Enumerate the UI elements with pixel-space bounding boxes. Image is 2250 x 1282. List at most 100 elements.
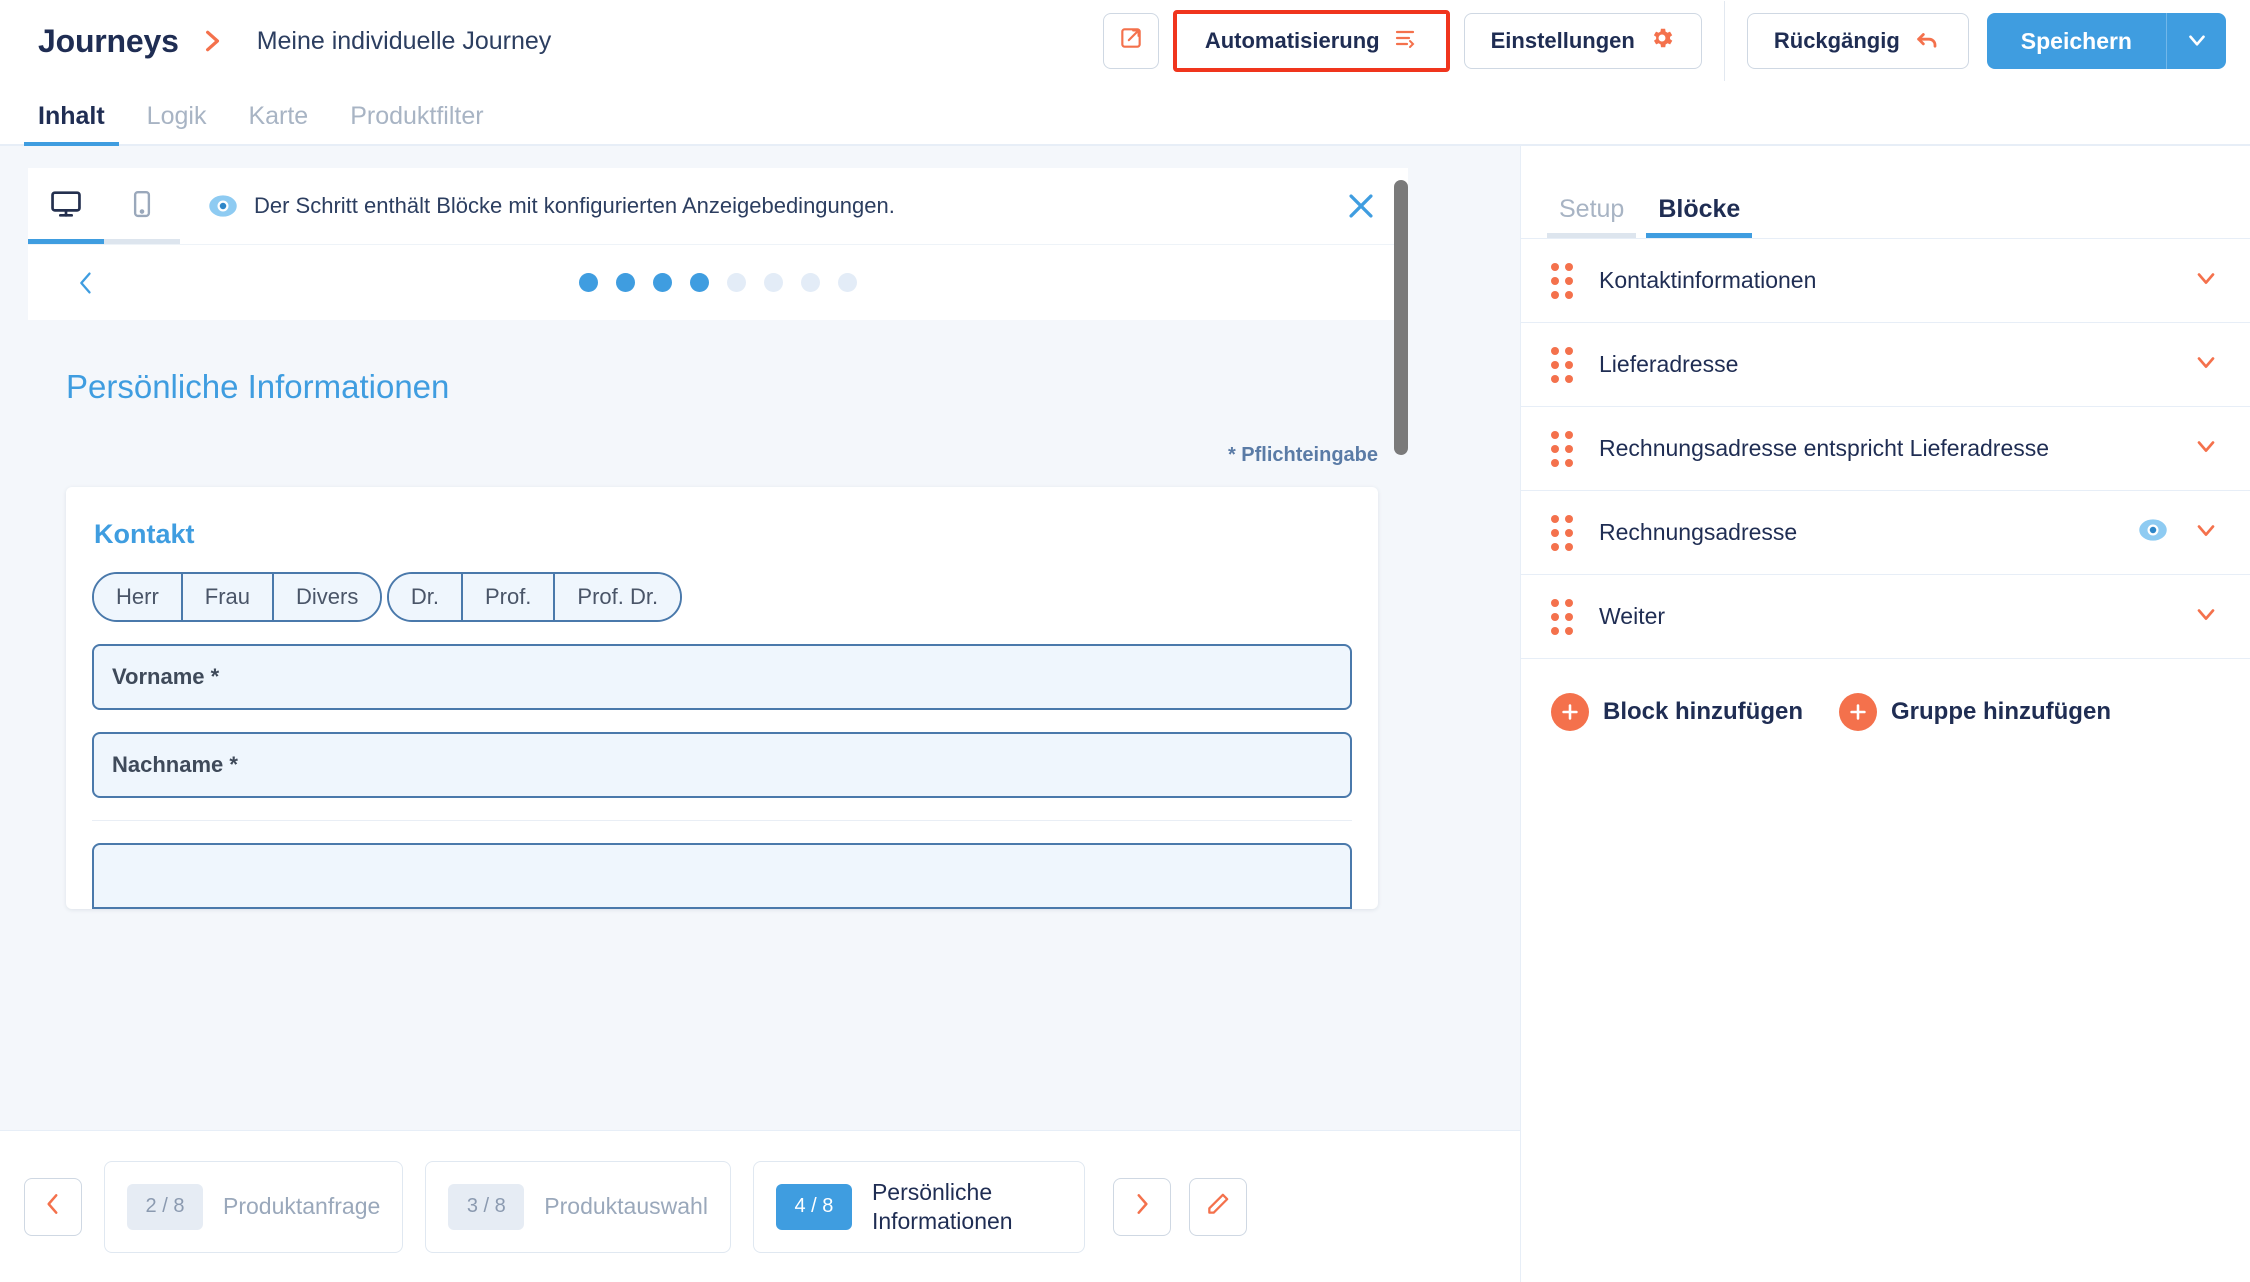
step-label: Produktanfrage [223, 1193, 381, 1219]
block-list: Kontaktinformationen Lieferadresse Rechn… [1521, 238, 2250, 659]
step-label: Produktauswahl [544, 1193, 708, 1219]
eye-icon [208, 191, 238, 221]
step-dot[interactable] [653, 273, 672, 292]
page-title: Meine individuelle Journey [256, 26, 552, 55]
automation-button[interactable]: Automatisierung [1178, 16, 1444, 66]
panel-add-actions: Block hinzufügen Gruppe hinzufügen [1521, 659, 2250, 731]
step-dot[interactable] [764, 273, 783, 292]
settings-button-label: Einstellungen [1490, 28, 1635, 53]
title-option-prof[interactable]: Prof. [462, 574, 556, 620]
step-badge: 3 / 8 [448, 1183, 525, 1230]
panel-tab-setup[interactable]: Setup [1546, 195, 1637, 238]
automation-highlight-box: Automatisierung [1172, 10, 1450, 72]
next-step-button[interactable] [1112, 1177, 1171, 1236]
save-dropdown-button[interactable] [2166, 13, 2226, 69]
required-note: * Pflichteingabe [1227, 444, 1378, 466]
chevron-down-icon[interactable] [2192, 432, 2220, 465]
tab-logik[interactable]: Logik [147, 102, 207, 144]
breadcrumb-journeys-link[interactable]: Journeys [38, 23, 179, 60]
chevron-right-icon [1129, 1191, 1155, 1222]
preview-notice-text: Der Schritt enthält Blöcke mit konfiguri… [254, 193, 895, 218]
block-row-actions [2138, 515, 2220, 550]
preview-button[interactable] [1102, 13, 1159, 69]
step-card-persoenliche-informationen[interactable]: 4 / 8 Persönliche Informationen [752, 1160, 1085, 1253]
breadcrumb: Journeys Meine individuelle Journey [38, 23, 551, 60]
step-dot[interactable] [690, 273, 709, 292]
preview-canvas: Der Schritt enthält Blöcke mit konfiguri… [28, 168, 1520, 1130]
chevron-down-icon[interactable] [2192, 600, 2220, 633]
block-row-rechnungsadresse-entspricht-lieferadresse[interactable]: Rechnungsadresse entspricht Lieferadress… [1521, 407, 2250, 491]
title-option-dr[interactable]: Dr. [388, 574, 463, 620]
chevron-left-icon [40, 1191, 66, 1222]
block-label: Rechnungsadresse [1599, 519, 1798, 545]
block-label: Weiter [1599, 603, 1666, 629]
device-toggle-desktop[interactable] [28, 168, 104, 244]
preview-step-indicator [28, 244, 1408, 320]
drag-handle-icon[interactable] [1551, 514, 1573, 551]
edit-step-button[interactable] [1188, 1177, 1247, 1236]
add-block-button[interactable]: Block hinzufügen [1551, 693, 1803, 731]
chevron-down-icon[interactable] [2192, 264, 2220, 297]
chevron-down-icon[interactable] [2192, 516, 2220, 549]
tab-inhalt[interactable]: Inhalt [24, 102, 119, 146]
preview-scrollbar-thumb[interactable] [1394, 180, 1408, 455]
automation-button-label: Automatisierung [1204, 28, 1380, 53]
panel-tab-bloecke[interactable]: Blöcke [1646, 195, 1753, 238]
pencil-icon [1205, 1191, 1231, 1222]
step-dot[interactable] [616, 273, 635, 292]
chevron-down-icon [2184, 27, 2210, 56]
save-button[interactable]: Speichern [1986, 13, 2166, 69]
close-icon[interactable] [1344, 189, 1378, 223]
chevron-left-icon[interactable] [72, 269, 100, 297]
drag-handle-icon[interactable] [1551, 598, 1573, 635]
salutation-option-herr[interactable]: Herr [94, 574, 183, 620]
tab-produktfilter[interactable]: Produktfilter [350, 102, 483, 144]
step-dot[interactable] [579, 273, 598, 292]
step-dot[interactable] [801, 273, 820, 292]
block-row-kontaktinformationen[interactable]: Kontaktinformationen [1521, 239, 2250, 323]
salutation-option-frau[interactable]: Frau [182, 574, 275, 620]
panel-tabbar: Setup Blöcke [1521, 146, 2250, 238]
step-card-produktauswahl[interactable]: 3 / 8 Produktauswahl [425, 1160, 731, 1253]
settings-button[interactable]: Einstellungen [1463, 13, 1702, 69]
device-toggle [28, 168, 180, 244]
drag-handle-icon[interactable] [1551, 430, 1573, 467]
title-option-prof-dr[interactable]: Prof. Dr. [555, 574, 681, 620]
block-label: Rechnungsadresse entspricht Lieferadress… [1599, 435, 2050, 461]
chevron-down-icon[interactable] [2192, 348, 2220, 381]
app-header: Journeys Meine individuelle Journey Auto… [0, 0, 2250, 82]
undo-button-label: Rückgängig [1773, 28, 1900, 53]
mobile-icon [127, 189, 157, 224]
block-row-lieferadresse[interactable]: Lieferadresse [1521, 323, 2250, 407]
block-label: Kontaktinformationen [1599, 267, 1817, 293]
plus-circle-icon [1839, 693, 1877, 731]
nachname-field[interactable]: Nachname * [92, 732, 1352, 798]
undo-button[interactable]: Rückgängig [1746, 13, 1969, 69]
block-label: Lieferadresse [1599, 351, 1739, 377]
next-field[interactable] [92, 843, 1352, 909]
drag-handle-icon[interactable] [1551, 346, 1573, 383]
tab-karte[interactable]: Karte [248, 102, 308, 144]
app-root: Journeys Meine individuelle Journey Auto… [0, 0, 2250, 1282]
header-divider [1723, 1, 1725, 81]
block-row-rechnungsadresse[interactable]: Rechnungsadresse [1521, 491, 2250, 575]
step-label: Persönliche Informationen [871, 1178, 1013, 1234]
add-group-button[interactable]: Gruppe hinzufügen [1839, 693, 2111, 731]
device-toggle-mobile[interactable] [104, 168, 180, 244]
drag-handle-icon[interactable] [1551, 262, 1573, 299]
prev-step-button[interactable] [24, 1177, 82, 1236]
automation-list-icon [1394, 26, 1418, 56]
salutation-option-divers[interactable]: Divers [274, 574, 381, 620]
academic-title-segmented-control: Dr. Prof. Prof. Dr. [386, 572, 683, 622]
salutation-segmented-control: Herr Frau Divers [92, 572, 383, 622]
step-dot[interactable] [838, 273, 857, 292]
bottom-actions [1112, 1177, 1247, 1236]
step-dot[interactable] [727, 273, 746, 292]
main-tabbar: Inhalt Logik Karte Produktfilter [0, 82, 2250, 146]
eye-icon[interactable] [2138, 515, 2168, 550]
preview-column: Der Schritt enthält Blöcke mit konfiguri… [0, 146, 1520, 1282]
vorname-field[interactable]: Vorname * [92, 644, 1352, 710]
block-row-actions [2192, 264, 2220, 297]
block-row-weiter[interactable]: Weiter [1521, 575, 2250, 659]
step-card-produktanfrage[interactable]: 2 / 8 Produktanfrage [104, 1160, 404, 1253]
